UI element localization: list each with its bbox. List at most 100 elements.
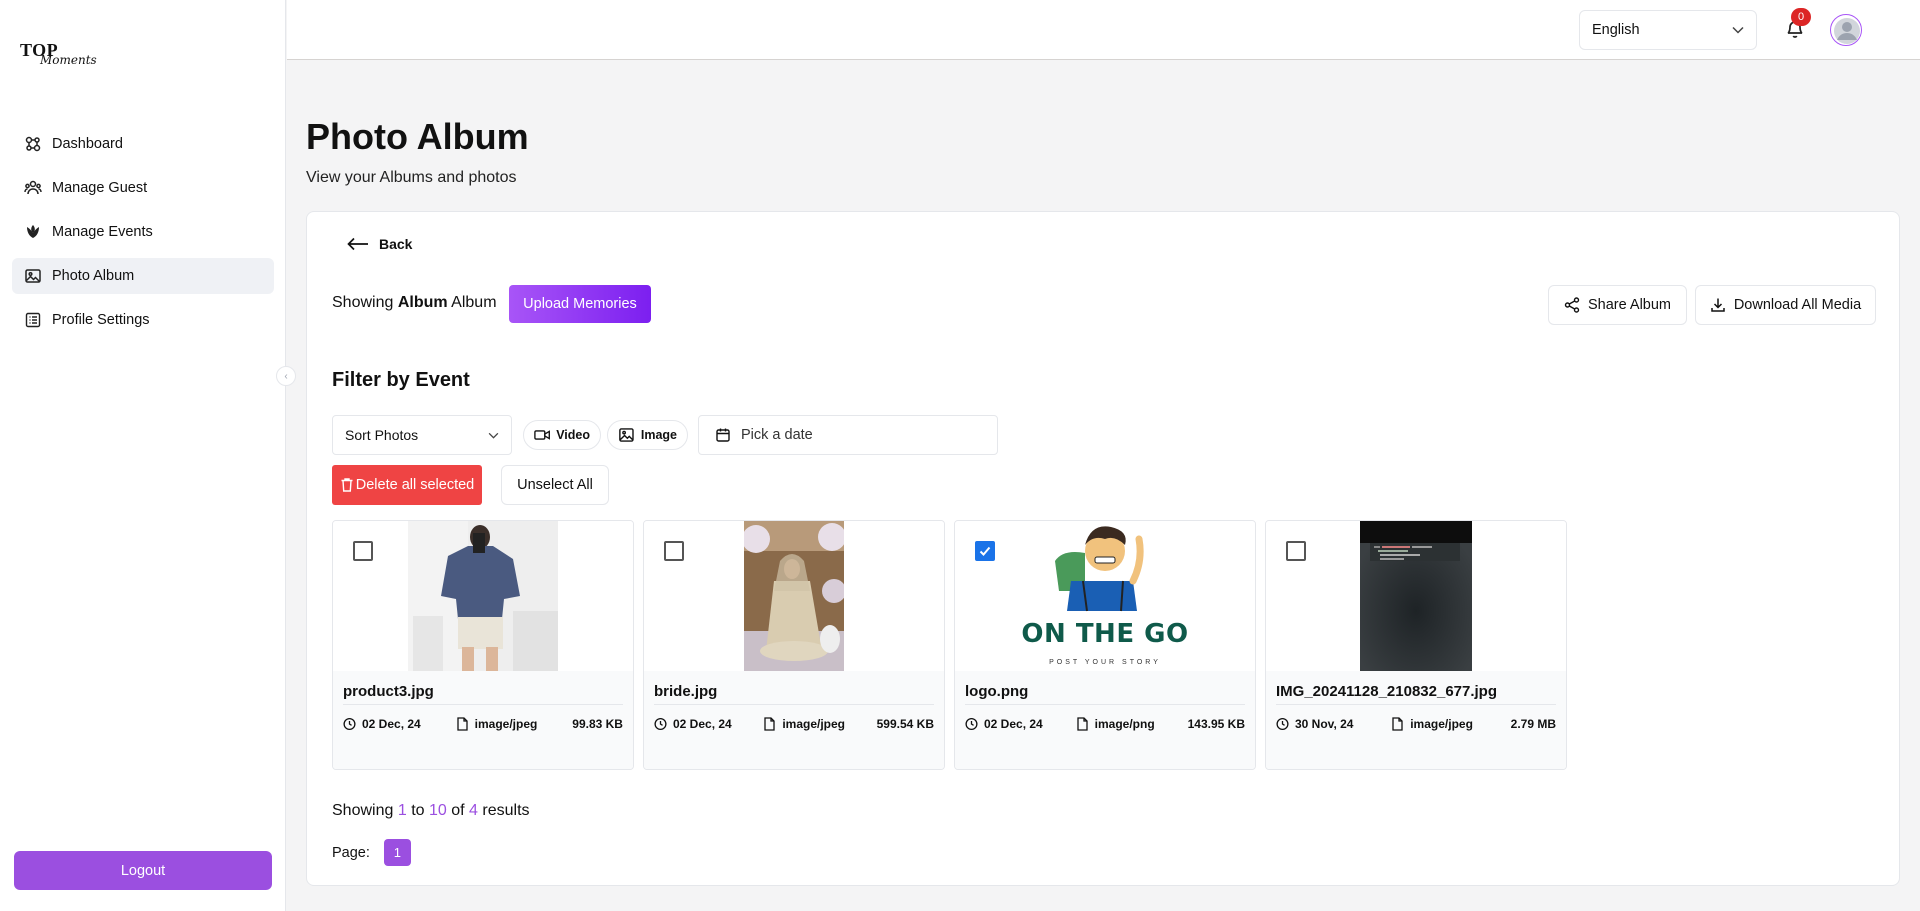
sidebar-collapse-handle[interactable]: ‹ <box>276 366 296 386</box>
media-select-checkbox[interactable] <box>1286 541 1306 561</box>
language-select[interactable]: English <box>1579 10 1757 50</box>
results-of-word: of <box>451 802 465 819</box>
download-all-media-label: Download All Media <box>1733 297 1862 313</box>
sidebar-nav: Dashboard Manage Guest Manage Events Pho… <box>12 126 274 346</box>
download-icon <box>1711 298 1725 312</box>
upload-memories-button[interactable]: Upload Memories <box>509 285 651 323</box>
media-date-text: 02 Dec, 24 <box>362 717 421 731</box>
delete-all-selected-label: Delete all selected <box>355 477 475 493</box>
media-select-checkbox[interactable] <box>353 541 373 561</box>
clock-icon <box>654 717 667 731</box>
media-card-bride[interactable]: bride.jpg 02 Dec, 24 image/jpeg 599.54 K… <box>643 520 945 770</box>
media-type-text: image/jpeg <box>782 717 846 731</box>
date-picker-placeholder: Pick a date <box>741 427 813 443</box>
user-avatar-icon <box>1834 18 1860 44</box>
file-icon <box>764 717 775 731</box>
brand-logo[interactable]: TOP Moments <box>20 40 110 72</box>
chevron-down-icon <box>1732 26 1744 34</box>
tulip-icon <box>27 225 39 238</box>
media-file-name: bride.jpg <box>654 683 934 705</box>
media-thumbnail[interactable] <box>644 521 944 671</box>
arrow-left-icon <box>347 237 368 251</box>
clock-icon <box>965 717 978 731</box>
showing-suffix: Album <box>451 294 497 311</box>
media-type: image/png <box>1076 717 1155 731</box>
media-type-text: image/png <box>1094 717 1155 731</box>
page-number-1[interactable]: 1 <box>383 839 411 866</box>
media-type-text: image/jpeg <box>474 717 538 731</box>
list-icon <box>25 312 41 328</box>
sidebar-item-label: Manage Events <box>52 224 153 240</box>
media-file-name: product3.jpg <box>343 683 623 705</box>
chevron-left-icon: ‹ <box>284 370 288 382</box>
back-button[interactable]: Back <box>347 236 412 252</box>
media-date-text: 30 Nov, 24 <box>1295 717 1354 731</box>
media-select-checkbox[interactable] <box>664 541 684 561</box>
media-thumbnail[interactable] <box>1266 521 1566 671</box>
page-label: Page: <box>332 844 370 861</box>
media-date: 30 Nov, 24 <box>1276 717 1353 731</box>
sidebar-item-label: Dashboard <box>52 136 123 152</box>
sidebar-item-manage-guest[interactable]: Manage Guest <box>12 170 274 206</box>
sidebar-item-manage-events[interactable]: Manage Events <box>12 214 274 250</box>
file-icon <box>457 717 468 731</box>
share-album-button[interactable]: Share Album <box>1548 285 1687 325</box>
filter-title: Filter by Event <box>332 369 470 391</box>
dashboard-icon <box>25 136 41 152</box>
delete-all-selected-button[interactable]: Delete all selected <box>332 465 482 505</box>
results-word: results <box>482 802 530 819</box>
download-all-media-button[interactable]: Download All Media <box>1695 285 1876 325</box>
brand-logo-moments: Moments <box>40 53 97 67</box>
filter-video-chip[interactable]: Video <box>523 420 601 450</box>
screen-photo <box>1360 521 1472 671</box>
results-total: 4 <box>469 802 478 819</box>
media-card-img-20241128[interactable]: IMG_20241128_210832_677.jpg 30 Nov, 24 i… <box>1265 520 1567 770</box>
media-meta: 02 Dec, 24 image/jpeg 599.54 KB <box>654 717 934 731</box>
back-label: Back <box>379 236 413 252</box>
media-size: 2.79 MB <box>1510 717 1556 731</box>
unselect-all-button[interactable]: Unselect All <box>501 465 609 505</box>
media-size: 143.95 KB <box>1187 717 1245 731</box>
media-thumbnail[interactable]: ON THE GO POST YOUR STORY <box>955 521 1255 671</box>
bride-photo <box>744 521 844 671</box>
language-select-value: English <box>1592 22 1640 38</box>
video-icon <box>534 430 550 440</box>
sidebar: TOP Moments Dashboard Manage Guest Manag… <box>0 0 286 911</box>
album-card: Back Showing Album Album Upload Memories… <box>306 211 1900 886</box>
results-from: 1 <box>397 802 407 819</box>
product-photo <box>408 521 558 671</box>
media-info: IMG_20241128_210832_677.jpg 30 Nov, 24 i… <box>1266 671 1566 769</box>
avatar[interactable] <box>1830 14 1862 46</box>
filter-video-label: Video <box>556 428 590 442</box>
media-meta: 02 Dec, 24 image/png 143.95 KB <box>965 717 1245 731</box>
file-icon <box>1392 717 1403 731</box>
trash-icon <box>341 478 353 492</box>
image-icon <box>25 269 41 283</box>
media-select-checkbox[interactable] <box>975 541 995 561</box>
media-type: image/jpeg <box>456 717 538 731</box>
filter-image-chip[interactable]: Image <box>607 420 688 450</box>
clock-icon <box>1276 717 1289 731</box>
users-icon <box>24 180 42 195</box>
media-date-text: 02 Dec, 24 <box>673 717 732 731</box>
media-card-product3[interactable]: product3.jpg 02 Dec, 24 image/jpeg 99.83… <box>332 520 634 770</box>
sort-photos-select[interactable]: Sort Photos <box>332 415 512 455</box>
media-date: 02 Dec, 24 <box>343 717 421 731</box>
media-date-text: 02 Dec, 24 <box>984 717 1043 731</box>
media-thumbnail[interactable] <box>333 521 633 671</box>
logout-button[interactable]: Logout <box>14 851 272 890</box>
sidebar-item-profile-settings[interactable]: Profile Settings <box>12 302 274 338</box>
page-subtitle: View your Albums and photos <box>306 169 517 186</box>
sidebar-item-dashboard[interactable]: Dashboard <box>12 126 274 162</box>
results-to-word: to <box>411 802 425 819</box>
media-type: image/jpeg <box>763 717 845 731</box>
media-type: image/jpeg <box>1391 717 1473 731</box>
results-summary: Showing 1 to 10 of 4 results <box>332 802 530 820</box>
media-card-logo[interactable]: ON THE GO POST YOUR STORY logo.png 02 De… <box>954 520 1256 770</box>
media-date: 02 Dec, 24 <box>965 717 1043 731</box>
sidebar-item-photo-album[interactable]: Photo Album <box>12 258 274 294</box>
showing-album-text: Showing Album Album <box>332 294 497 312</box>
topbar: English 0 <box>287 0 1920 60</box>
file-icon <box>1077 717 1088 731</box>
date-picker[interactable]: Pick a date <box>698 415 998 455</box>
